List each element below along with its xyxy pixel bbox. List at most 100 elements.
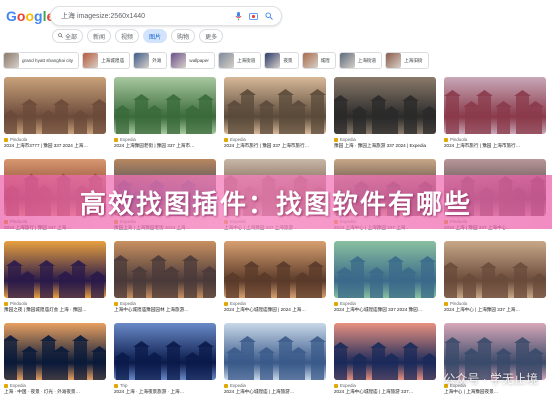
image-result-card[interactable]: Pinduola 2024 上海中心 | 上海豫园 337 上海… (444, 241, 546, 313)
chip-thumbnail (218, 53, 234, 68)
logo-letter: o (16, 8, 26, 24)
chip-thumbnail (171, 53, 187, 68)
tab-2[interactable]: 视频 (115, 29, 140, 43)
result-source[interactable]: Expedia (334, 383, 436, 388)
result-source[interactable]: Pinduola (444, 301, 546, 306)
result-source[interactable]: Pinduola (444, 137, 546, 142)
result-thumbnail[interactable] (334, 241, 436, 298)
scene-illustration (114, 94, 214, 134)
image-result-card[interactable]: Expedia 2024 上海中心城隍庙 | 上海旅游… (224, 323, 326, 395)
tab-4[interactable]: 购物 (171, 29, 196, 43)
result-source[interactable]: Pinduola (4, 301, 106, 306)
favicon-icon (4, 383, 8, 388)
image-result-card[interactable]: Expedia 2024 上海中心城隍庙豫园 | 2024 上海… (224, 241, 326, 313)
search-box[interactable]: 上海 imagesize:2560x1440 (50, 6, 282, 26)
tab-label: 全部 (65, 34, 78, 41)
image-result-card[interactable]: Expedia 2024 上海市旅行 | 豫园 337 上海市旅行… (224, 77, 326, 149)
result-source[interactable]: Trip (114, 383, 216, 388)
related-chip[interactable]: 上海旧街 (385, 52, 429, 69)
mic-icon[interactable] (234, 11, 243, 21)
related-chip[interactable]: grand hyatt shanghai city (3, 52, 80, 69)
result-thumbnail[interactable] (4, 241, 106, 298)
result-title[interactable]: 2024 上海 · 上海夜景旅游 · 上海… (114, 389, 216, 395)
related-chip[interactable]: 上海城隍庙 (82, 52, 131, 69)
result-thumbnail[interactable] (114, 241, 216, 298)
tab-1[interactable]: 新闻 (87, 29, 112, 43)
result-title[interactable]: 2024 上海市旅行 | 豫园 上海市旅行… (444, 143, 546, 149)
tab-label: 图片 (149, 34, 162, 41)
result-thumbnail[interactable] (114, 77, 216, 134)
result-source[interactable]: Expedia (334, 301, 436, 306)
result-source[interactable]: Expedia (224, 383, 326, 388)
result-thumbnail[interactable] (224, 77, 326, 134)
result-title[interactable]: 上海 · 中国 · 夜景 · 灯光 · 外滩夜景… (4, 389, 106, 395)
result-thumbnail[interactable] (224, 241, 326, 298)
result-source[interactable]: Pinduola (4, 137, 106, 142)
result-title[interactable]: 上海中心城隍庙豫园园林 上海旅游… (114, 307, 216, 313)
related-chip[interactable]: 外滩 (133, 52, 168, 69)
result-source[interactable]: Expedia (114, 301, 216, 306)
favicon-icon (224, 383, 228, 388)
result-source[interactable]: Expedia (224, 137, 326, 142)
search-icon[interactable] (264, 11, 273, 21)
image-result-card[interactable]: Expedia 上海 · 中国 · 夜景 · 灯光 · 外滩夜景… (4, 323, 106, 395)
result-title[interactable]: 豫园之夜 | 豫园城隍庙灯会 上海 · 豫园… (4, 307, 106, 313)
chip-label: grand hyatt shanghai city (22, 58, 74, 63)
tab-0[interactable]: 全部 (52, 29, 84, 43)
result-thumbnail[interactable] (444, 77, 546, 134)
favicon-icon (334, 137, 338, 142)
result-source[interactable]: Expedia (4, 383, 106, 388)
result-thumbnail[interactable] (4, 323, 106, 380)
camera-icon[interactable] (249, 11, 258, 21)
result-source[interactable]: Expedia (224, 301, 326, 306)
banner-title: 高效找图插件：找图软件有哪些 (79, 189, 472, 220)
source-name: Expedia (340, 301, 356, 306)
result-title[interactable]: 2024 上海中心城隍庙 | 上海旅游… (224, 389, 326, 395)
image-result-card[interactable]: Expedia 2024 上海豫园老街 | 豫园 337 上海市… (114, 77, 216, 149)
related-chip[interactable]: 上海街道 (338, 52, 383, 69)
result-title[interactable]: 豫园 上海 · 豫园上海旅游 337 2024 | Expedia (334, 143, 436, 149)
image-result-card[interactable]: Pinduola 2024 上海市3777 | 豫园 337 2024 上海… (4, 77, 106, 149)
image-result-card[interactable]: Pinduola 豫园之夜 | 豫园城隍庙灯会 上海 · 豫园… (4, 241, 106, 313)
result-thumbnail[interactable] (334, 77, 436, 134)
image-result-card[interactable]: Expedia 上海中心城隍庙豫园园林 上海旅游… (114, 241, 216, 313)
result-title[interactable]: 上海中心 | 上海豫园夜景… (444, 389, 546, 395)
result-source[interactable]: Expedia (334, 137, 436, 142)
related-chip[interactable]: wallpaper (170, 52, 215, 69)
result-thumbnail[interactable] (114, 323, 216, 380)
related-chip[interactable]: 城隍 (301, 52, 336, 69)
search-icon (58, 32, 63, 40)
scene-illustration (114, 255, 216, 298)
related-chip[interactable]: 夜景 (264, 52, 299, 69)
chip-label: 上海旧街 (404, 57, 423, 63)
result-title[interactable]: 2024 上海中心城隍庙豫园 | 2024 上海… (224, 307, 326, 313)
source-name: Pinduola (10, 301, 28, 306)
source-name: Expedia (340, 137, 356, 142)
image-result-card[interactable]: Trip 2024 上海 · 上海夜景旅游 · 上海… (114, 323, 216, 395)
source-name: Expedia (230, 383, 246, 388)
image-result-card[interactable]: Expedia 2024 上海中心城隍庙豫园 337 2024 豫园… (334, 241, 436, 313)
tab-3[interactable]: 图片 (143, 29, 168, 43)
image-result-card[interactable]: Expedia 2024 上海中心城隍庙 | 上海旅游 337… (334, 323, 436, 395)
result-thumbnail[interactable] (224, 323, 326, 380)
search-input[interactable]: 上海 imagesize:2560x1440 (61, 11, 145, 21)
chip-label: 城隍 (320, 57, 330, 63)
source-name: Trip (120, 383, 128, 388)
result-title[interactable]: 2024 上海中心城隍庙 | 上海旅游 337… (334, 389, 436, 395)
tab-label: 更多 (205, 34, 218, 41)
result-title[interactable]: 2024 上海中心城隍庙豫园 337 2024 豫园… (334, 307, 436, 313)
tab-5[interactable]: 更多 (199, 29, 224, 43)
result-title[interactable]: 2024 上海市旅行 | 豫园 337 上海市旅行… (224, 143, 326, 149)
image-result-card[interactable]: Expedia 豫园 上海 · 豫园上海旅游 337 2024 | Expedia (334, 77, 436, 149)
image-result-card[interactable]: Pinduola 2024 上海市旅行 | 豫园 上海市旅行… (444, 77, 546, 149)
result-title[interactable]: 2024 上海豫园老街 | 豫园 337 上海市… (114, 143, 216, 149)
source-name: Expedia (120, 301, 136, 306)
result-title[interactable]: 2024 上海市3777 | 豫园 337 2024 上海… (4, 143, 106, 149)
result-thumbnail[interactable] (444, 241, 546, 298)
result-thumbnail[interactable] (334, 323, 436, 380)
google-logo[interactable]: Google (6, 8, 54, 24)
result-thumbnail[interactable] (4, 77, 106, 134)
related-chip[interactable]: 上海街道 (217, 52, 262, 69)
result-source[interactable]: Expedia (114, 137, 216, 142)
result-title[interactable]: 2024 上海中心 | 上海豫园 337 上海… (444, 307, 546, 313)
